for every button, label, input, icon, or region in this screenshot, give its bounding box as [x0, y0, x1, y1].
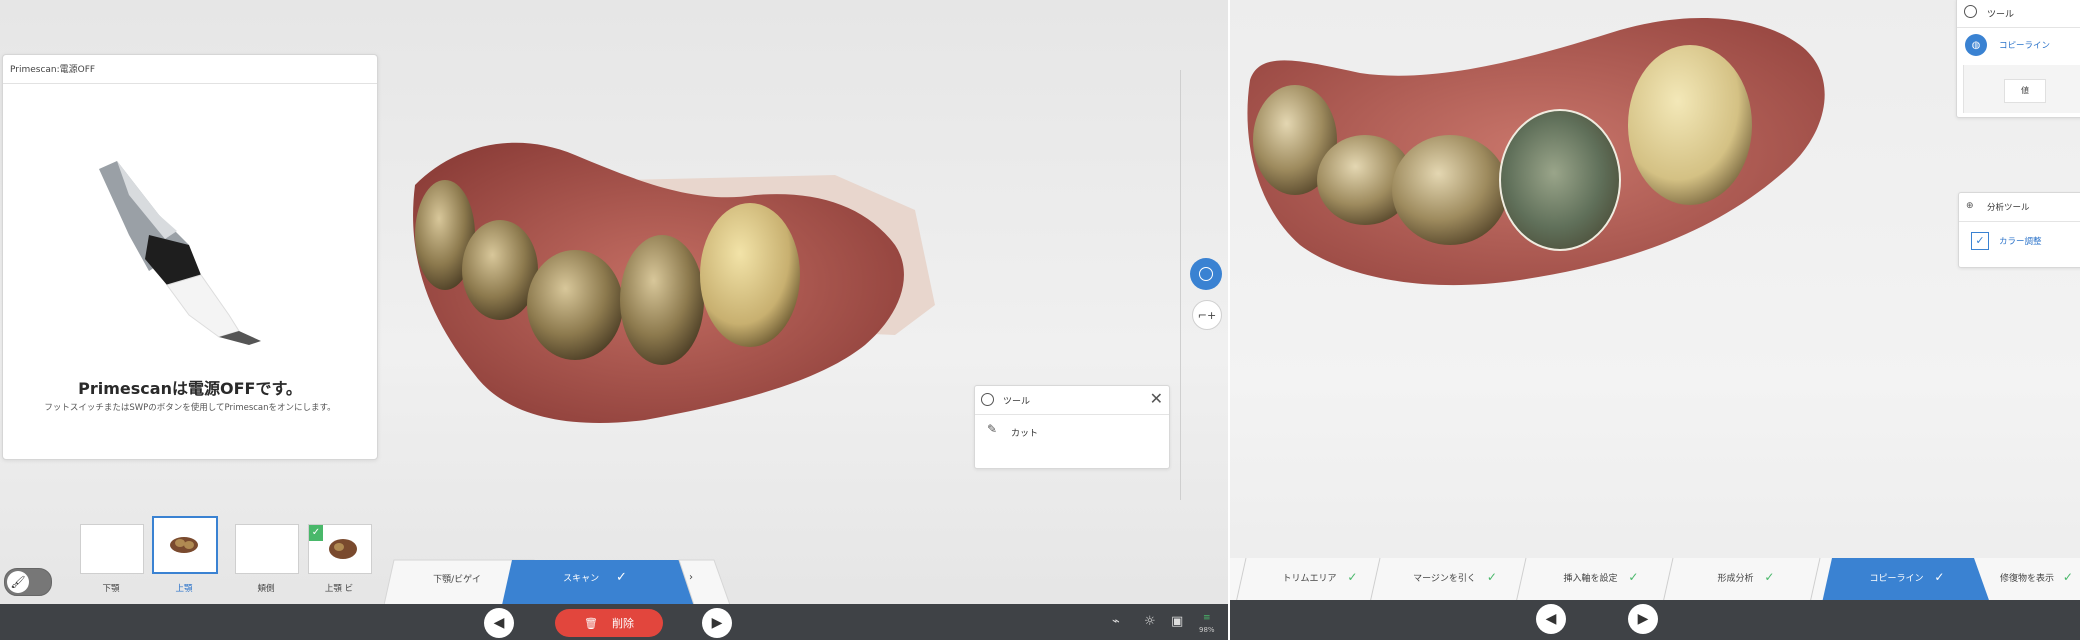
view-mode-button[interactable]: [1190, 258, 1222, 290]
analysis-panel-header: ⊕ 分析ツール: [1959, 193, 2080, 222]
tool-panel-header: ツール ✕: [975, 386, 1169, 415]
tool-sub-strip: 値: [1963, 65, 2080, 113]
vertical-divider: [1180, 70, 1181, 500]
tool-panel-title: ツール: [1003, 397, 1031, 407]
delete-label: 削除: [611, 617, 634, 630]
battery-percent: 98%: [1199, 626, 1215, 634]
settings-status-icon[interactable]: ⌁: [1112, 614, 1120, 629]
analysis-panel-title: 分析ツール: [1987, 203, 2030, 213]
check-icon: ✓: [1934, 570, 1945, 584]
color-adjust-label: カラー調整: [1999, 237, 2042, 247]
tool-cut-item[interactable]: カット: [1011, 426, 1038, 439]
3d-tooth-model-preparation[interactable]: [1240, 5, 1880, 325]
check-icon: ✓: [1628, 570, 1639, 584]
step-tab-jaw-bite[interactable]: 下顎/ビゲイ: [402, 572, 512, 585]
color-adjust-item[interactable]: ✓ カラー調整: [1959, 225, 2080, 259]
step-label: コピーライン: [1869, 574, 1924, 584]
prev-button[interactable]: ◀: [484, 608, 514, 638]
arrow-right-icon: ▶: [1637, 611, 1649, 627]
check-icon: ✓: [1486, 570, 1497, 584]
thumbnail-label: 上顎: [175, 584, 193, 594]
step-label: 形成分析: [1717, 574, 1754, 584]
step-label: 挿入軸を設定: [1563, 574, 1618, 584]
checkbox[interactable]: ✓: [1971, 232, 1989, 250]
globe-icon: [1199, 267, 1213, 281]
step-label: トリムエリア: [1282, 574, 1337, 584]
delete-button[interactable]: 🗑 削除: [555, 609, 663, 637]
thumbnail-label: 頬側: [257, 584, 275, 594]
thumbnail-buccal[interactable]: [235, 524, 299, 574]
step-label: スキャン: [563, 574, 600, 584]
thumbnail-label: 下顎: [102, 584, 120, 594]
close-icon[interactable]: ✕: [1150, 390, 1163, 408]
tool-settings-icon: [981, 393, 994, 406]
tools-panel-title: ツール: [1987, 10, 2015, 20]
battery-icon: ≡: [1203, 613, 1211, 623]
copy-line-icon: ◍: [1965, 34, 1987, 56]
dialog-heading: Primescanは電源OFFです。: [78, 379, 302, 398]
add-view-button[interactable]: ⌐+: [1192, 300, 1222, 330]
step-label: 修復物を表示: [2000, 574, 2055, 584]
brush-icon: 🖌: [7, 571, 29, 593]
analysis-icon: ⊕: [1966, 201, 1974, 211]
step-label: マージンを引く: [1413, 574, 1476, 584]
step-tab-show-restoration[interactable]: 修復物を表示 ✓: [2000, 570, 2080, 584]
step-tab-trim-area[interactable]: トリムエリア ✓: [1260, 570, 1380, 584]
thumbnail-upper-jaw-prep[interactable]: ✓: [308, 524, 372, 574]
light-status-icon[interactable]: ☼: [1144, 614, 1156, 629]
frame-plus-icon: ⌐+: [1197, 308, 1217, 322]
next-button[interactable]: ▶: [702, 608, 732, 638]
step-label: 下顎/ビゲイ: [433, 575, 481, 585]
copy-line-tool[interactable]: ◍ コピーライン: [1957, 28, 2080, 62]
scanner-image: [99, 161, 261, 345]
scanner-status-dialog: Primescan:電源OFF Primescanは電源OFFです。 フットスイ…: [2, 54, 378, 460]
step-tab-margin[interactable]: マージンを引く ✓: [1390, 570, 1520, 584]
dialog-message: フットスイッチまたはSWPのボタンを使用してPrimescanをオンにします。: [44, 403, 336, 413]
brush-toggle[interactable]: 🖌: [4, 568, 52, 596]
tools-panel: ツール ◍ コピーライン 値: [1956, 0, 2080, 118]
trash-icon: 🗑: [584, 616, 598, 630]
jaw-thumbnail-image: [170, 537, 198, 553]
check-badge: ✓: [309, 525, 323, 541]
arrow-right-icon: ▶: [711, 615, 723, 631]
cut-icon: ✎: [987, 422, 998, 436]
thumbnail-lower-jaw[interactable]: [80, 524, 144, 574]
check-icon: ✓: [615, 570, 627, 585]
thumbnail-label: 上顎 ビ: [324, 584, 354, 594]
copy-line-label: コピーライン: [1999, 41, 2051, 51]
tool-panel: ツール ✕ ✎ カット: [974, 385, 1170, 469]
display-status-icon[interactable]: ▣: [1171, 614, 1183, 629]
left-pane: Primescan:電源OFF Primescanは電源OFFです。 フットスイ…: [0, 0, 1230, 640]
check-icon: ✓: [1347, 570, 1358, 584]
step-tab-copy-line[interactable]: コピーライン ✓: [1834, 570, 1980, 584]
check-icon: ✓: [2062, 570, 2073, 584]
right-pane: ツール ◍ コピーライン 値 ⊕ 分析ツール ✓ カラー調整 トリムエリア ✓ …: [1230, 0, 2080, 640]
analysis-tool-panel: ⊕ 分析ツール ✓ カラー調整: [1958, 192, 2080, 268]
thumbnail-upper-jaw[interactable]: [152, 516, 218, 574]
step-tab-prep-analysis[interactable]: 形成分析 ✓: [1682, 570, 1810, 584]
arrow-left-icon: ◀: [1545, 611, 1557, 627]
next-button[interactable]: ▶: [1628, 604, 1658, 634]
tool-sub-button[interactable]: 値: [2004, 79, 2046, 103]
prev-button[interactable]: ◀: [1536, 604, 1566, 634]
check-icon: ✓: [1764, 570, 1775, 584]
dialog-title: Primescan:電源OFF: [10, 65, 96, 75]
step-tab-insertion-axis[interactable]: 挿入軸を設定 ✓: [1536, 570, 1666, 584]
step-tab-scan[interactable]: スキャン ✓: [520, 570, 670, 585]
dialog-divider: [3, 83, 377, 84]
tool-sub-label: 値: [2021, 86, 2029, 95]
tool-settings-icon: [1964, 5, 1977, 18]
3d-tooth-model-upper-jaw[interactable]: [395, 135, 955, 435]
arrow-left-icon: ◀: [493, 615, 505, 631]
tools-panel-header: ツール: [1957, 0, 2080, 28]
step-next-icon[interactable]: ›: [689, 572, 693, 583]
